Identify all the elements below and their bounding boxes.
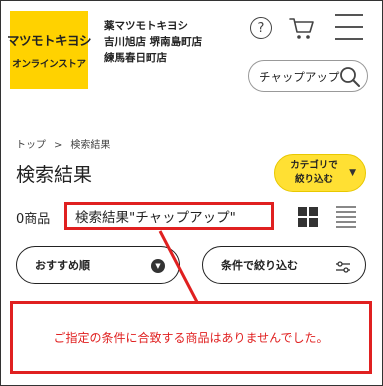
help-glyph: ? [257, 20, 265, 36]
search-icon[interactable] [339, 66, 361, 88]
result-count: 0商品 [16, 212, 51, 227]
breadcrumb: トップ > 検索結果 [16, 136, 110, 151]
no-results-box: ご指定の条件に合致する商品はありませんでした。 [10, 301, 372, 374]
sliders-icon [335, 259, 351, 273]
search-input[interactable] [259, 67, 341, 87]
help-icon[interactable]: ? [250, 17, 272, 39]
filter-button[interactable]: 条件で絞り込む [202, 246, 366, 284]
filter-label: 条件で絞り込む [221, 259, 298, 272]
search-box [248, 60, 368, 92]
chevron-down-icon: ▼ [349, 168, 356, 178]
brand-logo[interactable]: マツモトキヨシ オンラインストア [7, 11, 92, 89]
search-query-label: 検索結果"チャップアップ" [64, 202, 274, 230]
breadcrumb-home[interactable]: トップ [16, 140, 46, 151]
no-results-message: ご指定の条件に合致する商品はありませんでした。 [53, 331, 329, 345]
store-line-2: 吉川旭店 堺南島町店 [104, 36, 203, 48]
list-view-icon[interactable] [336, 206, 356, 228]
chevron-down-icon: ▼ [151, 259, 165, 273]
logo-sub-text: オンラインストア [12, 59, 86, 70]
store-line-3: 練馬春日町店 [104, 52, 167, 64]
cart-icon[interactable] [288, 14, 316, 42]
category-filter-label: カテゴリで 絞り込む [290, 160, 338, 185]
logo-main-text: マツモトキヨシ [7, 33, 92, 48]
breadcrumb-separator: > [54, 140, 63, 151]
sort-button[interactable]: おすすめ順 ▼ [16, 246, 180, 284]
store-info[interactable]: 薬マツモトキヨシ 吉川旭店 堺南島町店 練馬春日町店 [104, 18, 202, 66]
page-title: 検索結果 [16, 164, 93, 186]
category-filter-button[interactable]: カテゴリで 絞り込む ▼ [274, 154, 366, 192]
breadcrumb-current: 検索結果 [70, 140, 111, 151]
grid-view-icon[interactable] [298, 207, 318, 227]
sort-label: おすすめ順 [35, 259, 90, 272]
store-line-1: 薬マツモトキヨシ [104, 20, 188, 32]
hamburger-menu-icon[interactable] [335, 14, 363, 40]
